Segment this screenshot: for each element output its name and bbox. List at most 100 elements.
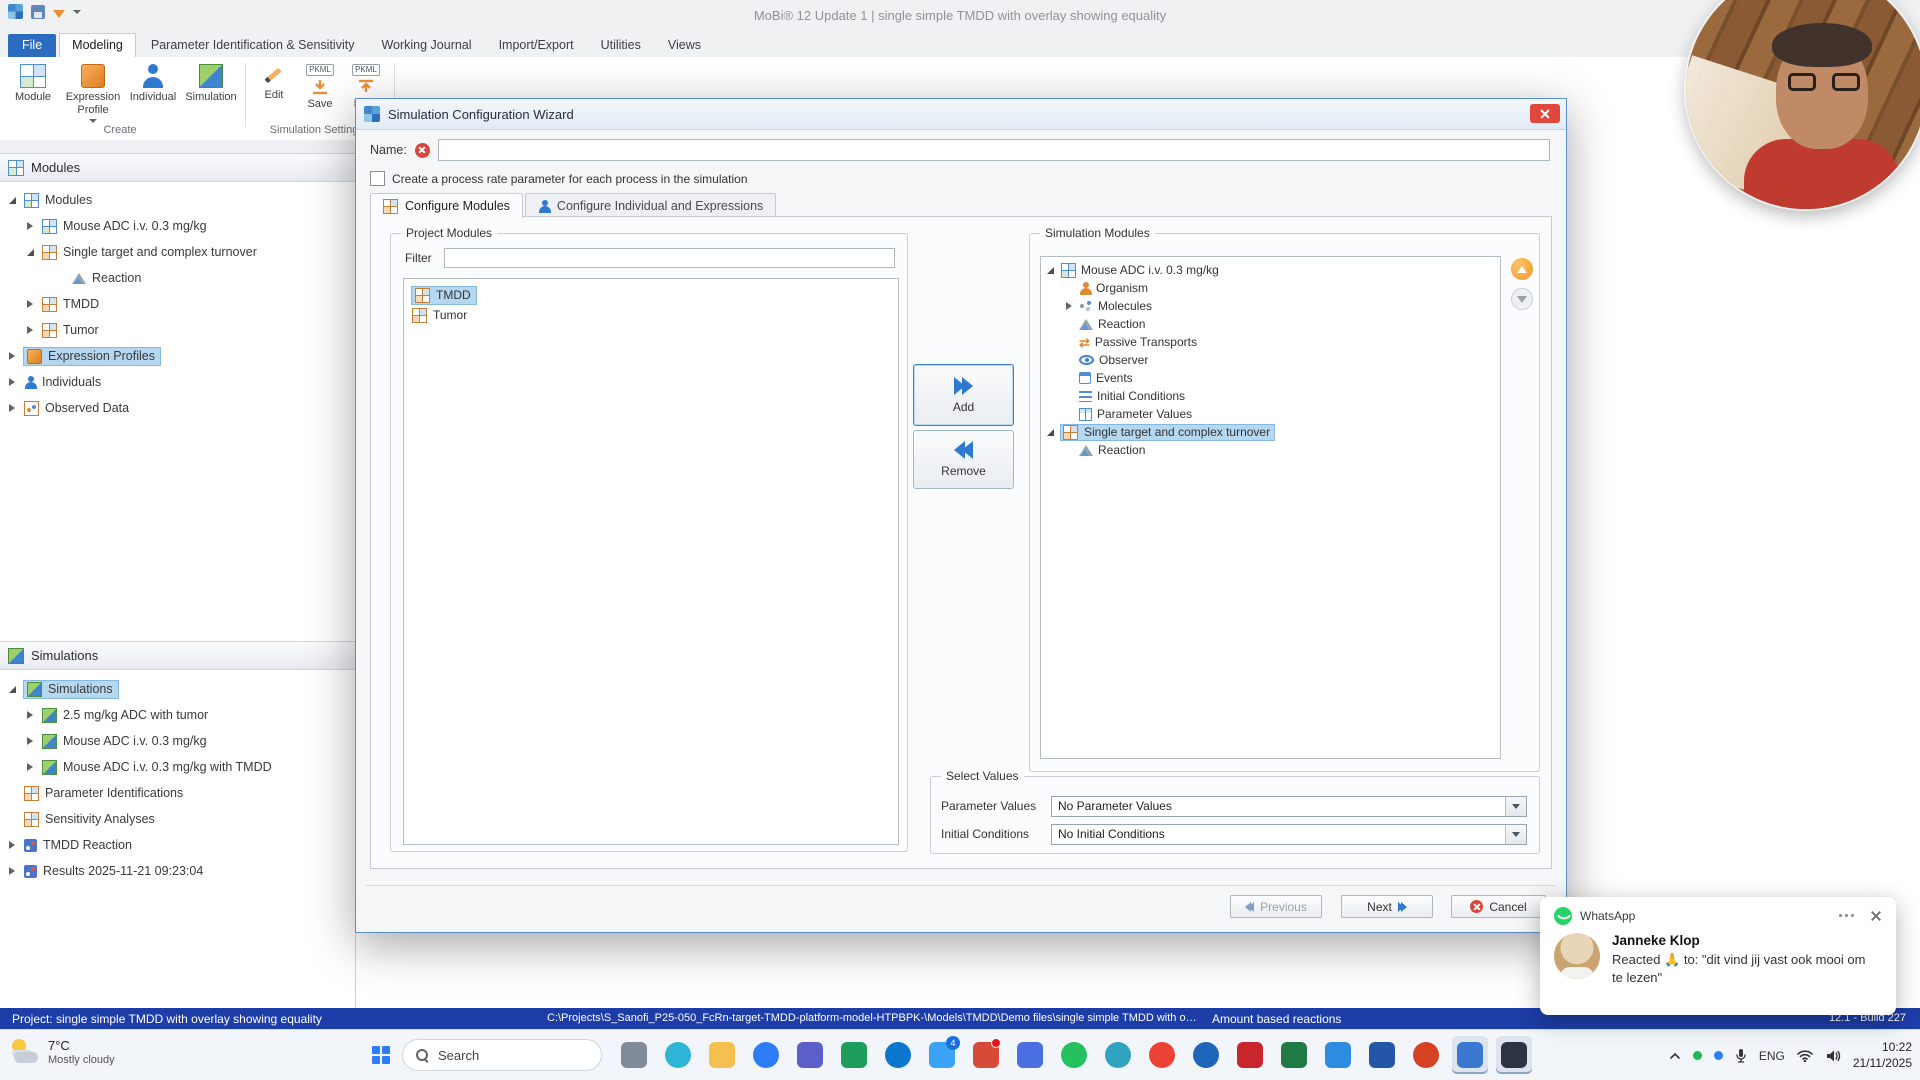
tree-item-expression-profiles[interactable]: Expression Profiles — [0, 343, 355, 369]
edit-button[interactable]: Edit — [251, 61, 297, 105]
taskbar-search[interactable]: Search — [402, 1039, 602, 1071]
expression-profile-dropdown-icon[interactable] — [89, 119, 97, 124]
expander-icon[interactable] — [6, 865, 18, 877]
expander-icon[interactable] — [6, 194, 18, 206]
taskbar-app[interactable] — [1232, 1036, 1268, 1074]
simulations-panel-header[interactable]: Simulations — [0, 641, 355, 670]
process-rate-checkbox-row[interactable]: Create a process rate parameter for each… — [370, 171, 748, 186]
tab-utilities[interactable]: Utilities — [589, 34, 653, 57]
tab-working-journal[interactable]: Working Journal — [369, 34, 483, 57]
taskbar-app[interactable] — [1056, 1036, 1092, 1074]
parameter-values-combo[interactable]: No Parameter Values — [1051, 795, 1527, 817]
dialog-close-button[interactable] — [1530, 104, 1560, 123]
cancel-button[interactable]: Cancel — [1451, 895, 1546, 918]
expander-icon[interactable] — [6, 376, 18, 388]
previous-button[interactable]: Previous — [1230, 895, 1322, 918]
taskbar-app[interactable] — [616, 1036, 652, 1074]
taskbar-app[interactable] — [968, 1036, 1004, 1074]
taskbar-app[interactable] — [704, 1036, 740, 1074]
close-icon[interactable] — [1870, 910, 1882, 922]
expander-icon[interactable] — [24, 324, 36, 336]
tree-item-sensitivity-analyses[interactable]: Sensitivity Analyses — [0, 806, 355, 832]
tree-item-tumor[interactable]: Tumor — [0, 317, 355, 343]
tree-item-sim-mouse-adc-tmdd[interactable]: Mouse ADC i.v. 0.3 mg/kg with TMDD — [0, 754, 355, 780]
list-item-tumor[interactable]: Tumor — [404, 305, 898, 325]
process-rate-checkbox[interactable] — [370, 171, 385, 186]
taskbar-app[interactable] — [1276, 1036, 1312, 1074]
expander-icon[interactable] — [24, 761, 36, 773]
dialog-titlebar[interactable]: Simulation Configuration Wizard — [356, 99, 1566, 130]
tree-item-observer[interactable]: Observer — [1041, 351, 1500, 369]
taskbar-app[interactable] — [1144, 1036, 1180, 1074]
taskbar-app[interactable] — [792, 1036, 828, 1074]
add-button[interactable]: Add — [913, 364, 1014, 426]
list-item-tmdd[interactable]: TMDD — [404, 285, 898, 305]
combo-dropdown-icon[interactable] — [1505, 796, 1526, 816]
expander-icon[interactable] — [24, 220, 36, 232]
tab-configure-individual[interactable]: Configure Individual and Expressions — [524, 193, 777, 218]
expander-icon[interactable] — [1063, 300, 1074, 312]
taskbar-app[interactable] — [1364, 1036, 1400, 1074]
tab-modeling[interactable]: Modeling — [59, 33, 136, 57]
tree-item-reaction[interactable]: Reaction — [1041, 315, 1500, 333]
tree-item-organism[interactable]: Organism — [1041, 279, 1500, 297]
tree-item-tmdd-reaction[interactable]: TMDD Reaction — [0, 832, 355, 858]
export-pkml-icon[interactable] — [53, 9, 65, 18]
tray-chevron-icon[interactable] — [1669, 1052, 1681, 1060]
simulation-button[interactable]: Simulation — [182, 61, 240, 107]
expression-profile-button[interactable]: Expression Profile — [62, 61, 124, 126]
taskbar-app[interactable] — [660, 1036, 696, 1074]
tree-item-simulations-root[interactable]: Simulations — [0, 676, 355, 702]
tree-item-single-target-module[interactable]: Single target and complex turnover — [1041, 423, 1500, 441]
more-options-icon[interactable] — [1839, 914, 1854, 918]
expander-icon[interactable] — [24, 709, 36, 721]
taskbar-app[interactable] — [1188, 1036, 1224, 1074]
tree-item-parameter-values[interactable]: Parameter Values — [1041, 405, 1500, 423]
expander-icon[interactable] — [1045, 264, 1056, 276]
expander-icon[interactable] — [24, 735, 36, 747]
move-down-button[interactable] — [1511, 288, 1533, 310]
quick-access-dropdown-icon[interactable] — [73, 9, 81, 14]
tab-file[interactable]: File — [8, 34, 57, 57]
expander-icon[interactable] — [6, 402, 18, 414]
microphone-icon[interactable] — [1735, 1048, 1747, 1063]
tree-item-sim-mouse-adc[interactable]: Mouse ADC i.v. 0.3 mg/kg — [0, 728, 355, 754]
tree-item-reaction[interactable]: Reaction — [0, 265, 355, 291]
tree-item-sim-25mgkg[interactable]: 2.5 mg/kg ADC with tumor — [0, 702, 355, 728]
taskbar-app[interactable] — [1100, 1036, 1136, 1074]
tree-item-results[interactable]: Results 2025-11-21 09:23:04 — [0, 858, 355, 884]
tab-views[interactable]: Views — [656, 34, 713, 57]
taskbar-app[interactable] — [836, 1036, 872, 1074]
expander-icon[interactable] — [6, 350, 18, 362]
start-button[interactable] — [368, 1042, 394, 1068]
expander-icon[interactable] — [1045, 426, 1056, 438]
modules-panel-header[interactable]: Modules — [0, 153, 355, 182]
tree-item-events[interactable]: Events — [1041, 369, 1500, 387]
individual-button[interactable]: Individual — [124, 61, 182, 107]
expander-icon[interactable] — [24, 298, 36, 310]
taskbar-app[interactable] — [748, 1036, 784, 1074]
tray-app-green-icon[interactable] — [1692, 1051, 1702, 1060]
taskbar-clock[interactable]: 10:22 21/11/2025 — [1853, 1040, 1912, 1071]
tray-app-blue-icon[interactable] — [1713, 1051, 1723, 1060]
tab-parameter-identification[interactable]: Parameter Identification & Sensitivity — [139, 34, 367, 57]
taskbar-app[interactable]: 4 — [924, 1036, 960, 1074]
combo-dropdown-icon[interactable] — [1505, 824, 1526, 844]
save-icon[interactable] — [31, 4, 45, 19]
tree-item-observed-data[interactable]: Observed Data — [0, 395, 355, 421]
module-button[interactable]: Module — [4, 61, 62, 107]
tree-item-single-target[interactable]: Single target and complex turnover — [0, 239, 355, 265]
volume-icon[interactable] — [1825, 1049, 1841, 1063]
tree-item-mouse-adc-module[interactable]: Mouse ADC i.v. 0.3 mg/kg — [1041, 261, 1500, 279]
tree-item-passive-transports[interactable]: Passive Transports — [1041, 333, 1500, 351]
remove-button[interactable]: Remove — [913, 430, 1014, 489]
tree-item-tmdd[interactable]: TMDD — [0, 291, 355, 317]
filter-input[interactable] — [443, 248, 895, 268]
taskbar-app[interactable] — [880, 1036, 916, 1074]
weather-widget[interactable]: 7°C Mostly cloudy — [10, 1038, 115, 1066]
tree-item-molecules[interactable]: Molecules — [1041, 297, 1500, 315]
tree-item-parameter-identifications[interactable]: Parameter Identifications — [0, 780, 355, 806]
tab-configure-modules[interactable]: Configure Modules — [370, 193, 523, 218]
taskbar-app-active[interactable] — [1496, 1036, 1532, 1074]
tree-item-mouse-adc[interactable]: Mouse ADC i.v. 0.3 mg/kg — [0, 213, 355, 239]
